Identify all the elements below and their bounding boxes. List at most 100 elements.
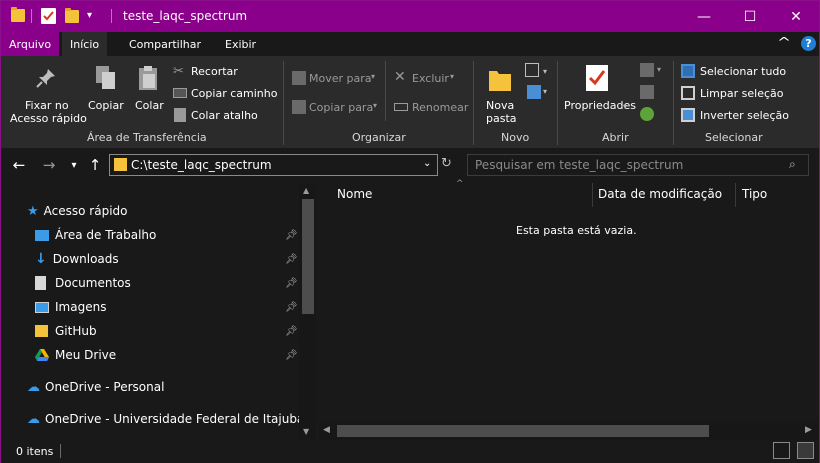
status-bar [1,440,819,463]
up-arrow-icon[interactable]: ↑ [85,155,105,175]
history-icon[interactable] [640,107,654,121]
properties-check-icon[interactable] [41,8,56,24]
scroll-right-arrow-icon[interactable]: ▶ [805,425,812,435]
new-folder-label-2[interactable]: pasta [486,112,517,125]
nav-item-label: Downloads [52,252,119,266]
open-icon[interactable] [640,63,654,77]
delete-dropdown-icon[interactable]: ▾ [450,72,454,81]
pin-quick-access-label-2[interactable]: Acesso rápido [10,112,87,125]
new-item-icon[interactable] [525,63,539,77]
cloud-icon: ☁ [27,411,40,427]
nav-scrollbar-thumb[interactable] [302,199,314,314]
move-to-button[interactable]: Mover para [309,72,372,85]
tab-exibir[interactable]: Exibir [217,32,264,56]
tab-arquivo[interactable]: Arquivo [1,32,60,56]
easy-access-dropdown-icon[interactable]: ▾ [543,87,547,96]
paste-button[interactable]: Colar [135,99,164,112]
rename-button[interactable]: Renomear [412,101,468,114]
address-dropdown-chevron-icon[interactable]: ⌄ [423,158,431,169]
forward-arrow-icon[interactable]: → [39,155,59,175]
close-button[interactable]: ✕ [773,1,819,32]
tab-compartilhar[interactable]: Compartilhar [121,32,209,56]
horizontal-scrollbar-thumb[interactable] [337,425,709,437]
help-icon[interactable]: ? [801,36,816,51]
nav-item-downloads[interactable]: ↓ Downloads [35,248,119,270]
star-icon: ★ [27,203,39,219]
nav-item-desktop[interactable]: Área de Trabalho [35,224,297,246]
new-folder-icon[interactable] [65,8,79,23]
details-view-icon[interactable] [773,442,790,459]
nav-item-pictures[interactable]: Imagens [35,296,106,318]
delete-icon: ✕ [394,69,406,85]
item-count: 0 itens [16,445,54,458]
ribbon-separator [283,61,284,145]
copy-to-dropdown-icon[interactable]: ▾ [373,101,377,110]
pin-icon[interactable]: 📌︎ [285,278,298,289]
file-list-pane [319,183,819,439]
pin-icon[interactable]: 📌︎ [285,254,298,265]
recent-locations-chevron-icon[interactable]: ▾ [64,155,84,175]
copy-path-button[interactable]: Copiar caminho [191,87,277,100]
copy-to-button[interactable]: Copiar para [309,101,373,114]
organize-inner-separator [385,61,386,121]
nav-item-quick-access[interactable]: ★ Acesso rápido [27,200,128,222]
new-item-dropdown-icon[interactable]: ▾ [543,67,547,76]
select-all-button[interactable]: Selecionar tudo [700,65,786,78]
delete-button[interactable]: Excluir [412,72,449,85]
cut-button[interactable]: Recortar [191,65,238,78]
move-to-dropdown-icon[interactable]: ▾ [371,72,375,81]
collapse-ribbon-icon[interactable]: ^ [777,35,791,49]
nav-item-github[interactable]: GitHub [35,320,97,342]
column-divider[interactable] [592,183,593,207]
nav-item-documents[interactable]: Documentos [35,272,131,294]
pin-icon[interactable]: 📌︎ [285,350,298,361]
open-dropdown-icon[interactable]: ▾ [657,65,661,74]
pin-icon[interactable]: 📌︎ [285,326,298,337]
back-arrow-icon[interactable]: ← [9,155,29,175]
search-icon[interactable]: ⌕ [789,157,796,172]
properties-icon [586,65,608,91]
nav-item-onedrive-personal[interactable]: ☁ OneDrive - Personal [27,376,164,398]
copy-button[interactable]: Copiar [88,99,124,112]
folder-icon [11,7,25,22]
pin-icon[interactable]: 📌︎ [285,230,298,241]
nav-item-onedrive-org[interactable]: ☁ OneDrive - Universidade Federal de Ita… [27,408,304,430]
invert-selection-button[interactable]: Inverter seleção [700,109,789,122]
group-label-new: Novo [501,131,530,144]
tab-inicio[interactable]: Início [62,32,108,56]
new-folder-big-icon [488,67,512,93]
toolbar-divider [31,9,32,23]
easy-access-icon[interactable] [527,85,541,99]
scroll-left-arrow-icon[interactable]: ◀ [323,425,330,435]
large-icons-view-icon[interactable] [797,442,814,459]
group-label-open: Abrir [602,131,629,144]
minimize-button[interactable]: — [681,1,727,32]
column-divider[interactable] [735,183,736,207]
column-header-type[interactable]: Tipo [742,187,767,205]
scroll-down-arrow-icon[interactable]: ▼ [303,427,309,436]
customize-dropdown-icon[interactable]: ▾ [87,10,92,21]
pin-quick-access-label-1[interactable]: Fixar no [25,99,69,112]
nav-item-label: Imagens [55,300,107,314]
nav-item-label: OneDrive - Universidade Federal de Itaju… [45,412,305,426]
google-drive-icon [35,349,49,361]
edit-icon[interactable] [640,85,654,99]
move-to-icon [292,71,306,85]
column-header-date-modified[interactable]: Data de modificação [598,187,722,205]
copy-to-icon [292,100,306,114]
properties-dropdown-icon[interactable]: ▾ [623,102,627,111]
nav-item-label: OneDrive - Personal [45,380,165,394]
nav-item-my-drive[interactable]: Meu Drive [35,344,116,366]
address-path[interactable]: C:\teste_laqc_spectrum [131,158,272,172]
folder-icon [114,158,127,171]
select-none-button[interactable]: Limpar seleção [700,87,783,100]
ribbon-separator [673,61,674,145]
paste-shortcut-button[interactable]: Colar atalho [191,109,258,122]
scroll-up-arrow-icon[interactable]: ▲ [303,186,309,195]
column-header-name[interactable]: Nome [337,187,372,205]
maximize-button[interactable]: ☐ [727,1,773,32]
pin-icon [35,67,57,89]
pin-icon[interactable]: 📌︎ [285,302,298,313]
refresh-icon[interactable]: ↻ [441,156,452,171]
new-folder-label-1[interactable]: Nova [486,99,514,112]
